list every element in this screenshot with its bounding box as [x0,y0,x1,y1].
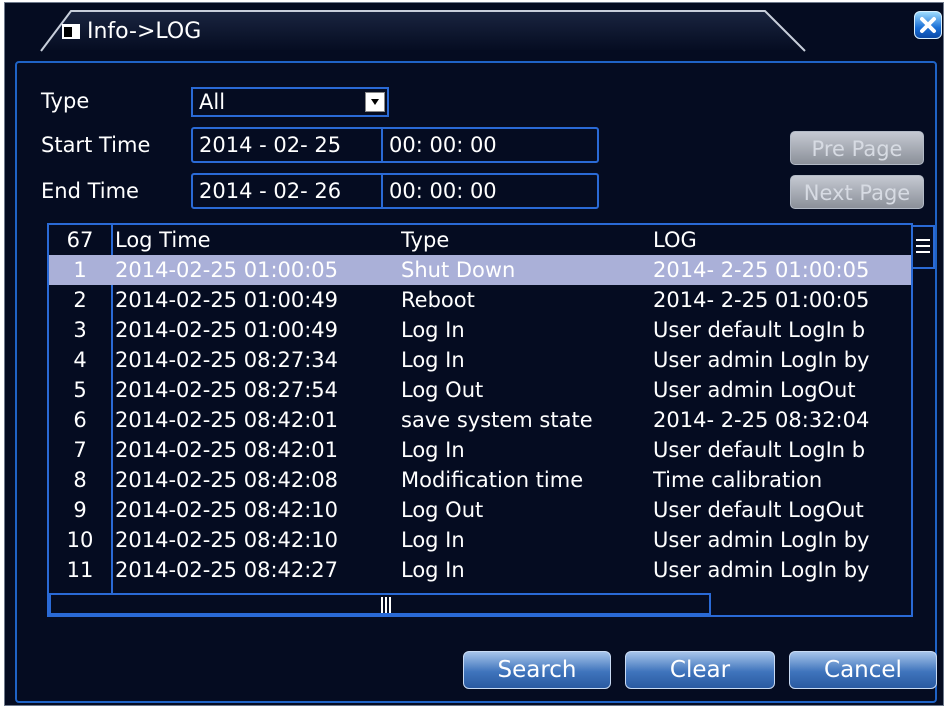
row-log-time: 2014-02-25 01:00:49 [115,318,339,342]
row-log: 2014- 2-25 08:32:04 [653,408,870,432]
row-log-time: 2014-02-25 08:27:34 [115,348,339,372]
table-row[interactable]: 2 2014-02-25 01:00:49 Reboot 2014- 2-25 01:… [49,285,911,315]
vertical-scrollbar-thumb[interactable] [911,225,935,269]
clear-button[interactable]: Clear [625,651,775,689]
start-date-value[interactable]: 2014 - 02- 25 [199,133,341,157]
row-log: User admin LogIn by [653,528,870,552]
close-button[interactable] [914,11,942,39]
row-index: 5 [73,378,87,402]
table-row[interactable]: 3 2014-02-25 01:00:49 Log In User default L… [49,315,911,345]
row-log-time: 2014-02-25 08:42:10 [115,498,339,522]
scrollbar-grip-icon[interactable] [381,597,391,613]
date-time-divider [381,129,383,161]
row-log: 2014- 2-25 01:00:05 [653,258,870,282]
header-count: 67 [66,228,94,252]
header-log[interactable]: LOG [653,225,911,255]
table-row[interactable]: 6 2014-02-25 08:42:01 save system state 201… [49,405,911,435]
row-log-time: 2014-02-25 01:00:05 [115,258,339,282]
row-log: 2014- 2-25 01:00:05 [653,288,870,312]
end-time-value[interactable]: 00: 00: 00 [389,179,497,203]
row-index: 6 [73,408,87,432]
table-row[interactable]: 5 2014-02-25 08:27:54 Log Out User admin Lo… [49,375,911,405]
row-type: Log In [401,438,465,462]
row-log: Time calibration [653,468,823,492]
row-log-time: 2014-02-25 08:42:01 [115,408,339,432]
horizontal-scrollbar[interactable] [49,593,711,615]
row-index: 11 [66,558,94,582]
table-row[interactable]: 10 2014-02-25 08:42:10 Log In User admin Lo… [49,525,911,555]
row-log: User admin LogOut [653,378,856,402]
row-log: User admin LogIn by [653,558,870,582]
cancel-button[interactable]: Cancel [789,651,937,689]
row-log: User default LogIn b [653,318,866,342]
table-row[interactable]: 4 2014-02-25 08:27:34 Log In User admin Log… [49,345,911,375]
row-type: Log In [401,318,465,342]
table-row[interactable]: 8 2014-02-25 08:42:08 Modification time Tim… [49,465,911,495]
row-type: Shut Down [401,258,516,282]
window-title: Info->LOG [87,19,202,44]
header-type[interactable]: Type [401,225,651,255]
table-row[interactable]: 9 2014-02-25 08:42:10 Log Out User default … [49,495,911,525]
end-date-value[interactable]: 2014 - 02- 26 [199,179,341,203]
type-label: Type [41,89,90,113]
type-select[interactable]: All [191,87,389,117]
row-type: save system state [401,408,593,432]
log-window: Info->LOG Type All Start Time 2014 - 02-… [4,2,944,706]
row-index: 2 [73,288,87,312]
row-log-time: 2014-02-25 08:42:01 [115,438,339,462]
next-page-button[interactable]: Next Page [790,175,924,209]
close-icon [920,17,936,33]
row-log-time: 2014-02-25 08:42:08 [115,468,339,492]
row-log-time: 2014-02-25 01:00:49 [115,288,339,312]
row-type: Modification time [401,468,584,492]
row-index: 7 [73,438,87,462]
row-type: Log In [401,528,465,552]
row-log: User default LogOut [653,498,864,522]
start-time-value[interactable]: 00: 00: 00 [389,133,497,157]
row-index: 4 [73,348,87,372]
row-log-time: 2014-02-25 08:27:54 [115,378,339,402]
chevron-down-icon[interactable] [365,92,385,112]
table-row[interactable]: 1 2014-02-25 01:00:05 Shut Down 2014- 2-25 … [49,255,911,285]
row-type: Log In [401,558,465,582]
row-type: Log Out [401,378,484,402]
type-select-value: All [199,90,226,114]
table-row[interactable]: 7 2014-02-25 08:42:01 Log In User default L… [49,435,911,465]
row-log-time: 2014-02-25 08:42:10 [115,528,339,552]
row-index: 8 [73,468,87,492]
row-index: 3 [73,318,87,342]
end-time-label: End Time [41,179,139,203]
row-type: Reboot [401,288,475,312]
row-index: 1 [73,258,87,282]
prev-page-button[interactable]: Pre Page [790,131,924,165]
row-log-time: 2014-02-25 08:42:27 [115,558,339,582]
row-log: User admin LogIn by [653,348,870,372]
log-table: 67 Log Time Type LOG 1 2014-02-25 01:00:0… [47,223,913,617]
start-time-field[interactable]: 2014 - 02- 25 00: 00: 00 [191,127,599,163]
row-type: Log In [401,348,465,372]
row-type: Log Out [401,498,484,522]
end-time-field[interactable]: 2014 - 02- 26 00: 00: 00 [191,173,599,209]
table-header: 67 Log Time Type LOG [49,225,911,255]
row-log: User default LogIn b [653,438,866,462]
row-index: 10 [66,528,94,552]
start-time-label: Start Time [41,133,151,157]
title-bar: Info->LOG [5,3,943,55]
header-log-time[interactable]: Log Time [115,225,395,255]
table-row[interactable]: 11 2014-02-25 08:42:27 Log In User admin Lo… [49,555,911,585]
row-index: 9 [73,498,87,522]
date-time-divider [381,175,383,207]
search-button[interactable]: Search [463,651,611,689]
document-icon [62,24,80,39]
